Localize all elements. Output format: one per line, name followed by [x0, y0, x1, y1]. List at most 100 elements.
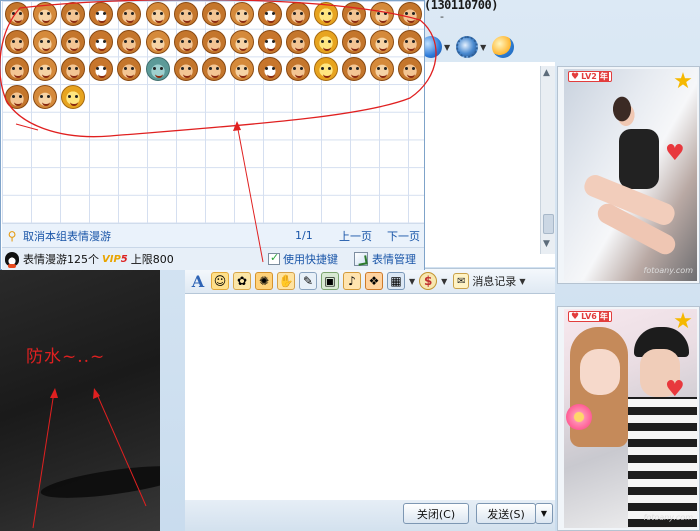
top-toolbar: ▼ ▼ [420, 32, 515, 62]
contact-number: (130110700) [424, 0, 498, 12]
send-button[interactable]: 发送(S) [476, 503, 536, 524]
message-input[interactable] [185, 294, 555, 500]
send-options-button[interactable]: ▼ [535, 503, 553, 524]
manage-emoticons-button[interactable]: 表情管理 [354, 251, 416, 267]
level-badge: ♥ LV2 年 [568, 71, 612, 82]
emoticon-status-bar: 表情漫游125个 VIP5 上限800 使用快捷键 表情管理 [2, 247, 424, 270]
image-icon[interactable]: ▣ [321, 272, 339, 290]
emoticon-item[interactable] [5, 57, 29, 82]
heart-icon: ♥ [571, 71, 580, 82]
emoticon-item[interactable] [201, 2, 226, 26]
emoticon-item[interactable] [61, 2, 86, 26]
emoticon-item[interactable] [173, 29, 198, 54]
emoticon-item[interactable] [370, 29, 395, 54]
emoticon-item[interactable] [286, 57, 310, 82]
heart-icon: ♥ [665, 141, 685, 166]
emoticon-item[interactable] [201, 57, 226, 82]
page-indicator: 1/1 [295, 229, 313, 242]
scroll-down-icon[interactable]: ▼ [543, 239, 550, 249]
emoticon-item[interactable] [201, 29, 226, 54]
mail-icon [492, 36, 515, 58]
emoticon-item[interactable] [5, 85, 29, 110]
font-icon[interactable]: A [189, 272, 207, 291]
emoticon-item[interactable] [89, 2, 114, 26]
screenshot-icon[interactable]: ▦ [387, 272, 405, 290]
hand-icon[interactable]: ✋ [277, 272, 295, 290]
annotation-text: 防水~..~ [26, 347, 106, 367]
emoticon-popup: ⚲ 取消本组表情漫游 1/1 上一页 下一页 表情漫游125个 VIP5 上限8… [0, 0, 425, 270]
music-icon[interactable]: ♪ [343, 272, 361, 290]
magic-emoticon-icon[interactable]: ✿ [233, 272, 251, 290]
emoticon-item[interactable] [286, 2, 310, 26]
emoticon-pager-bar: ⚲ 取消本组表情漫游 1/1 上一页 下一页 [2, 223, 424, 247]
emoticon-item[interactable] [145, 57, 170, 82]
emoticon-item[interactable] [33, 29, 58, 54]
scroll-up-icon[interactable]: ▲ [543, 68, 550, 78]
emoticon-item[interactable] [145, 29, 170, 54]
emoticon-item[interactable] [61, 85, 86, 110]
chevron-down-icon[interactable]: ▼ [441, 277, 447, 286]
emoticon-item[interactable] [173, 2, 198, 26]
manage-label: 表情管理 [372, 253, 416, 266]
mail-button[interactable] [492, 36, 515, 58]
emoticon-item[interactable] [314, 2, 339, 26]
emoticon-item[interactable] [61, 57, 86, 82]
chevron-down-icon[interactable]: ▼ [409, 277, 415, 286]
emoticon-item[interactable] [286, 29, 310, 54]
emoticon-item[interactable] [342, 2, 367, 26]
emoticon-item[interactable] [257, 2, 282, 26]
doodle-icon[interactable]: ✎ [299, 272, 317, 290]
cancel-roam-link[interactable]: 取消本组表情漫游 [23, 228, 111, 244]
level-star-icon: ★ [673, 309, 693, 334]
emoticon-item[interactable] [370, 2, 395, 26]
message-record-button[interactable]: ✉ 消息记录 ▼ [453, 273, 525, 289]
settings-button[interactable]: ▼ [456, 36, 486, 58]
emoticon-item[interactable] [229, 2, 254, 26]
emoticon-item[interactable] [5, 2, 29, 26]
emoticon-item[interactable] [314, 29, 339, 54]
photo-figure-face [580, 349, 620, 395]
emoticon-item[interactable] [33, 2, 58, 26]
roam-count-label: 表情漫游125个 [23, 253, 99, 266]
emoticon-item[interactable] [398, 57, 423, 82]
emoticon-item[interactable] [89, 29, 114, 54]
emoticon-item[interactable] [5, 29, 29, 54]
emoticon-item[interactable] [117, 29, 142, 54]
next-page-link[interactable]: 下一页 [387, 228, 420, 244]
message-record-label: 消息记录 [472, 275, 517, 288]
shortcut-toggle[interactable]: 使用快捷键 [268, 251, 338, 267]
close-button[interactable]: 关闭(C) [403, 503, 469, 524]
shortcut-checkbox[interactable] [268, 251, 280, 265]
vip-label: VIP [102, 253, 121, 265]
prev-page-link[interactable]: 上一页 [339, 228, 372, 244]
emoticon-item[interactable] [342, 57, 367, 82]
emoticon-item[interactable] [229, 57, 254, 82]
red-packet-icon[interactable]: $ [419, 272, 438, 290]
emoticon-item[interactable] [61, 29, 86, 54]
emoticon-item[interactable] [342, 29, 367, 54]
emoticon-icon[interactable]: ☺ [211, 272, 229, 290]
emoticon-item[interactable] [398, 2, 423, 26]
chat-history-scrollbar[interactable]: ▲ ▼ [540, 66, 555, 254]
emoticon-item[interactable] [229, 29, 254, 54]
emoticon-item[interactable] [117, 57, 142, 82]
shake-icon[interactable]: ✺ [255, 272, 273, 290]
emoticon-item[interactable] [33, 85, 58, 110]
emoticon-item[interactable] [314, 57, 339, 82]
level-label: LV6 [581, 312, 597, 321]
show-panel-contact: ♥ fotoany.com ♥ LV2 年 ★ [557, 66, 700, 284]
emoticon-item[interactable] [117, 2, 142, 26]
scroll-thumb[interactable] [543, 214, 554, 234]
emoticon-item[interactable] [370, 57, 395, 82]
shortcut-label: 使用快捷键 [283, 253, 338, 266]
year-badge: 年 [598, 311, 609, 322]
emoticon-item[interactable] [33, 57, 58, 82]
emoticon-item[interactable] [89, 57, 114, 82]
emoticon-item[interactable] [173, 57, 198, 82]
antenna-icon: ⚲ [7, 228, 17, 243]
emoticon-item[interactable] [145, 2, 170, 26]
emoticon-item[interactable] [398, 29, 423, 54]
gift-icon[interactable]: ❖ [365, 272, 383, 290]
emoticon-item[interactable] [257, 29, 282, 54]
emoticon-item[interactable] [257, 57, 282, 82]
